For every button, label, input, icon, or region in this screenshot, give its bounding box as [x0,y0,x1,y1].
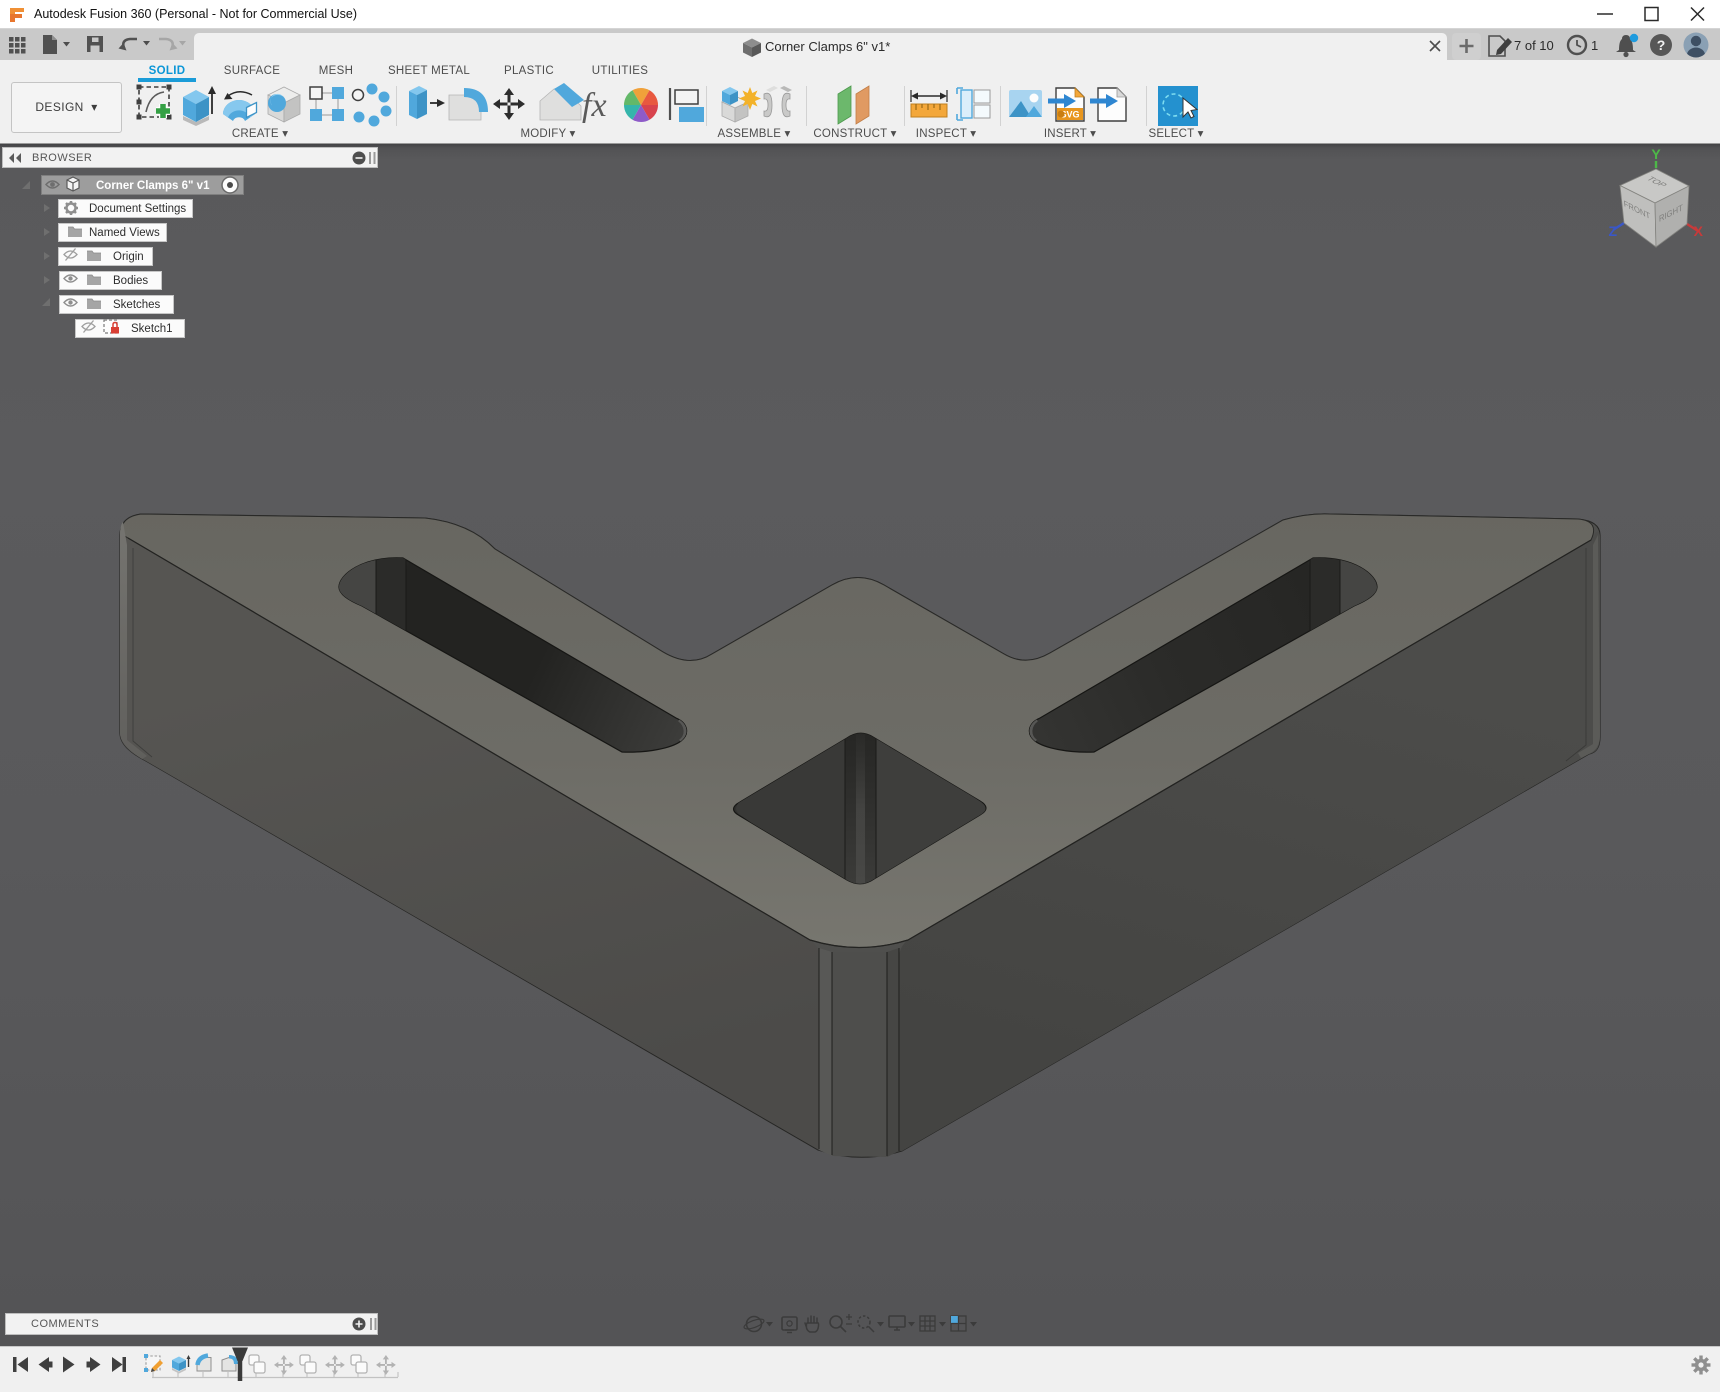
svg-text:?: ? [1657,37,1666,53]
svg-text:fx: fx [582,87,607,124]
